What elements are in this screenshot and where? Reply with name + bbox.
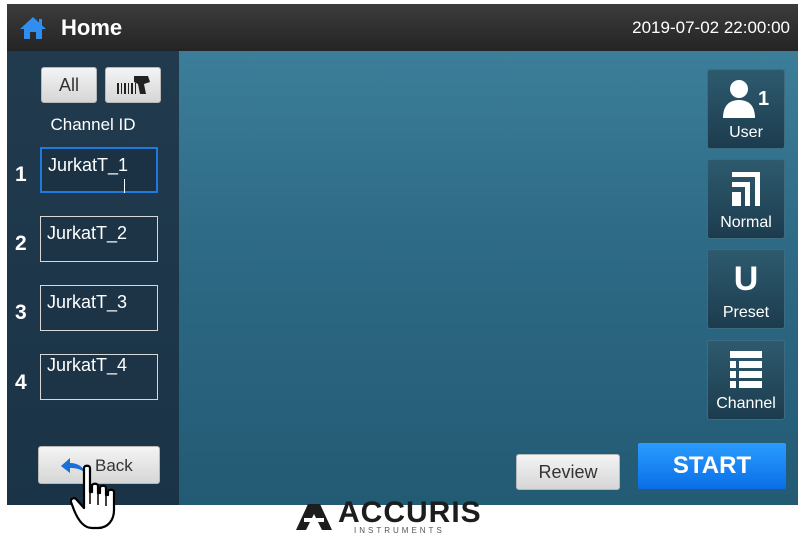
channel-label: Channel xyxy=(716,395,776,412)
user-button[interactable]: 1 User xyxy=(707,69,785,149)
user-count: 1 xyxy=(758,88,770,110)
channel-id-value: JurkatT_3 xyxy=(47,292,128,312)
channel-id-input-2[interactable]: JurkatT_2 xyxy=(40,216,158,262)
channel-id-value: JurkatT_1 xyxy=(48,155,129,175)
normal-mode-button[interactable]: Normal xyxy=(707,159,785,239)
hand-pointer-cursor-icon xyxy=(70,464,116,530)
normal-mode-icon xyxy=(708,168,784,210)
logo-subtext: INSTRUMENTS xyxy=(354,526,445,535)
channel-list-icon xyxy=(708,349,784,391)
channel-button[interactable]: Channel xyxy=(707,340,785,420)
preset-glyph: U xyxy=(733,260,759,298)
home-icon[interactable] xyxy=(19,16,47,40)
channel-id-input-4[interactable]: JurkatT_4 xyxy=(40,354,158,400)
text-caret xyxy=(124,179,125,193)
all-channels-button[interactable]: All xyxy=(41,67,97,103)
user-label: User xyxy=(729,124,763,141)
barcode-scanner-icon xyxy=(117,76,150,94)
normal-mode-label: Normal xyxy=(720,214,772,231)
channel-id-label: Channel ID xyxy=(50,115,136,134)
start-button[interactable]: START xyxy=(638,443,786,489)
barcode-scan-button[interactable] xyxy=(105,67,161,103)
channel-id-value: JurkatT_4 xyxy=(47,355,128,375)
channel-number-1: 1 xyxy=(15,163,27,186)
channel-id-value: JurkatT_2 xyxy=(47,223,128,243)
datetime-display: 2019-07-02 22:00:00 xyxy=(632,18,790,37)
preset-button[interactable]: U Preset xyxy=(707,249,785,329)
review-button[interactable]: Review xyxy=(516,454,620,490)
title-bar: Home 2019-07-02 22:00:00 xyxy=(7,4,798,51)
logo-wordmark: ACCURIS xyxy=(338,496,482,529)
page-title: Home xyxy=(61,15,123,40)
preset-label: Preset xyxy=(722,304,770,321)
accuris-logo: ACCURIS INSTRUMENTS xyxy=(292,496,504,535)
main-panel xyxy=(179,51,798,505)
channel-number-4: 4 xyxy=(15,371,27,394)
channel-id-input-1[interactable]: JurkatT_1 xyxy=(40,147,158,193)
channel-id-input-3[interactable]: JurkatT_3 xyxy=(40,285,158,331)
device-screen: Home 2019-07-02 22:00:00 All Channel ID … xyxy=(7,4,798,505)
channel-number-2: 2 xyxy=(15,232,27,255)
preset-icon: U xyxy=(708,258,784,300)
user-icon: 1 xyxy=(708,78,784,120)
channel-number-3: 3 xyxy=(15,301,27,324)
